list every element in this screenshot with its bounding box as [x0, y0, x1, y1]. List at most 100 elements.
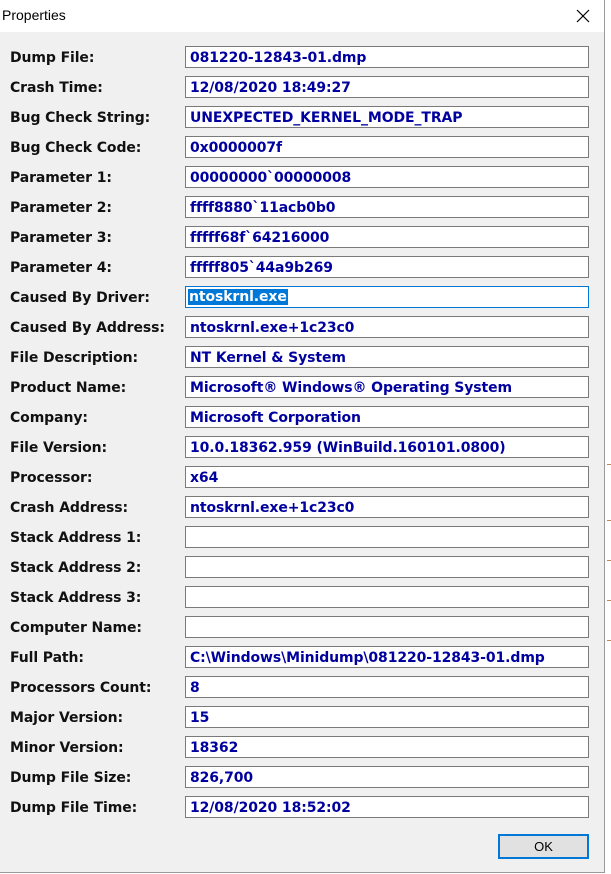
property-field[interactable]: 826,700: [185, 766, 589, 788]
property-value: Microsoft® Windows® Operating System: [190, 380, 512, 396]
property-label: Stack Address 2:: [10, 560, 142, 576]
property-value: ntoskrnl.exe+1c23c0: [190, 500, 355, 516]
property-value: 10.0.18362.959 (WinBuild.160101.0800): [190, 440, 506, 456]
property-label: File Description:: [10, 350, 138, 366]
property-label: Dump File Time:: [10, 800, 138, 816]
property-row-major-version: Major Version: 15: [0, 706, 604, 730]
background-window-edge: [605, 0, 611, 874]
property-value: fffff68f`64216000: [190, 230, 330, 246]
background-divider: [607, 640, 611, 641]
property-row-crash-time: Crash Time: 12/08/2020 18:49:27: [0, 76, 604, 100]
property-value: 12/08/2020 18:49:27: [190, 80, 351, 96]
property-row-parameter-4: Parameter 4: fffff805`44a9b269: [0, 256, 604, 280]
property-value: NT Kernel & System: [190, 350, 346, 366]
ok-button[interactable]: OK: [498, 834, 589, 859]
property-label: Processors Count:: [10, 680, 152, 696]
property-field[interactable]: Microsoft Corporation: [185, 406, 589, 428]
property-label: Parameter 4:: [10, 260, 112, 276]
close-button[interactable]: [568, 2, 598, 30]
property-label: Crash Address:: [10, 500, 128, 516]
property-field[interactable]: 18362: [185, 736, 589, 758]
property-label: Minor Version:: [10, 740, 124, 756]
property-row-dump-file-time: Dump File Time: 12/08/2020 18:52:02: [0, 796, 604, 820]
property-field[interactable]: ntoskrnl.exe+1c23c0: [185, 496, 589, 518]
close-icon: [576, 9, 590, 23]
property-label: Computer Name:: [10, 620, 142, 636]
property-value: 081220-12843-01.dmp: [190, 50, 367, 66]
background-divider: [607, 560, 611, 561]
property-row-parameter-3: Parameter 3: fffff68f`64216000: [0, 226, 604, 250]
property-label: Stack Address 3:: [10, 590, 142, 606]
property-field[interactable]: 081220-12843-01.dmp: [185, 46, 589, 68]
property-row-stack-address-1: Stack Address 1:: [0, 526, 604, 550]
property-label: Bug Check String:: [10, 110, 151, 126]
property-row-dump-file: Dump File: 081220-12843-01.dmp: [0, 46, 604, 70]
property-row-parameter-1: Parameter 1: 00000000`00000008: [0, 166, 604, 190]
property-row-file-version: File Version: 10.0.18362.959 (WinBuild.1…: [0, 436, 604, 460]
property-field[interactable]: C:\Windows\Minidump\081220-12843-01.dmp: [185, 646, 589, 668]
property-row-company: Company: Microsoft Corporation: [0, 406, 604, 430]
property-field[interactable]: 10.0.18362.959 (WinBuild.160101.0800): [185, 436, 589, 458]
property-field[interactable]: NT Kernel & System: [185, 346, 589, 368]
property-row-dump-file-size: Dump File Size: 826,700: [0, 766, 604, 790]
property-row-caused-by-driver: Caused By Driver: ntoskrnl.exe: [0, 286, 604, 310]
property-row-processor: Processor: x64: [0, 466, 604, 490]
property-field[interactable]: UNEXPECTED_KERNEL_MODE_TRAP: [185, 106, 589, 128]
property-field[interactable]: ntoskrnl.exe: [185, 286, 589, 308]
background-divider: [607, 464, 611, 465]
property-row-file-description: File Description: NT Kernel & System: [0, 346, 604, 370]
property-label: Company:: [10, 410, 88, 426]
property-field[interactable]: fffff805`44a9b269: [185, 256, 589, 278]
background-divider: [607, 600, 611, 601]
property-row-product-name: Product Name: Microsoft® Windows® Operat…: [0, 376, 604, 400]
property-value: 0x0000007f: [190, 140, 283, 156]
background-divider: [607, 520, 611, 521]
property-field[interactable]: 15: [185, 706, 589, 728]
property-field[interactable]: [185, 586, 589, 608]
property-row-stack-address-2: Stack Address 2:: [0, 556, 604, 580]
property-field[interactable]: [185, 616, 589, 638]
property-row-computer-name: Computer Name:: [0, 616, 604, 640]
property-label: Product Name:: [10, 380, 127, 396]
property-row-bug-check-string: Bug Check String: UNEXPECTED_KERNEL_MODE…: [0, 106, 604, 130]
property-field[interactable]: 12/08/2020 18:49:27: [185, 76, 589, 98]
property-field[interactable]: 8: [185, 676, 589, 698]
property-row-full-path: Full Path: C:\Windows\Minidump\081220-12…: [0, 646, 604, 670]
property-label: Full Path:: [10, 650, 84, 666]
property-field[interactable]: 0x0000007f: [185, 136, 589, 158]
property-value: C:\Windows\Minidump\081220-12843-01.dmp: [190, 650, 545, 666]
property-field[interactable]: 00000000`00000008: [185, 166, 589, 188]
property-value: 826,700: [190, 770, 254, 786]
property-value: Microsoft Corporation: [190, 410, 361, 426]
property-label: Caused By Address:: [10, 320, 165, 336]
property-value: ntoskrnl.exe: [188, 289, 288, 305]
property-field[interactable]: [185, 556, 589, 578]
property-value: 15: [190, 710, 210, 726]
property-field[interactable]: ffff8880`11acb0b0: [185, 196, 589, 218]
property-value: 8: [190, 680, 200, 696]
property-row-crash-address: Crash Address: ntoskrnl.exe+1c23c0: [0, 496, 604, 520]
property-row-minor-version: Minor Version: 18362: [0, 736, 604, 760]
property-label: Parameter 3:: [10, 230, 112, 246]
property-label: Parameter 2:: [10, 200, 112, 216]
property-label: Parameter 1:: [10, 170, 112, 186]
property-label: Processor:: [10, 470, 93, 486]
property-value: fffff805`44a9b269: [190, 260, 333, 276]
property-field[interactable]: ntoskrnl.exe+1c23c0: [185, 316, 589, 338]
property-value: 12/08/2020 18:52:02: [190, 800, 351, 816]
property-label: File Version:: [10, 440, 108, 456]
property-label: Crash Time:: [10, 80, 103, 96]
property-field[interactable]: fffff68f`64216000: [185, 226, 589, 248]
property-field[interactable]: 12/08/2020 18:52:02: [185, 796, 589, 818]
property-label: Caused By Driver:: [10, 290, 150, 306]
property-label: Dump File:: [10, 50, 95, 66]
property-value: ntoskrnl.exe+1c23c0: [190, 320, 355, 336]
property-field[interactable]: [185, 526, 589, 548]
property-value: x64: [190, 470, 219, 486]
property-label: Stack Address 1:: [10, 530, 142, 546]
property-row-bug-check-code: Bug Check Code: 0x0000007f: [0, 136, 604, 160]
property-label: Dump File Size:: [10, 770, 132, 786]
property-field[interactable]: Microsoft® Windows® Operating System: [185, 376, 589, 398]
property-field[interactable]: x64: [185, 466, 589, 488]
title-bar: Properties: [0, 0, 604, 32]
